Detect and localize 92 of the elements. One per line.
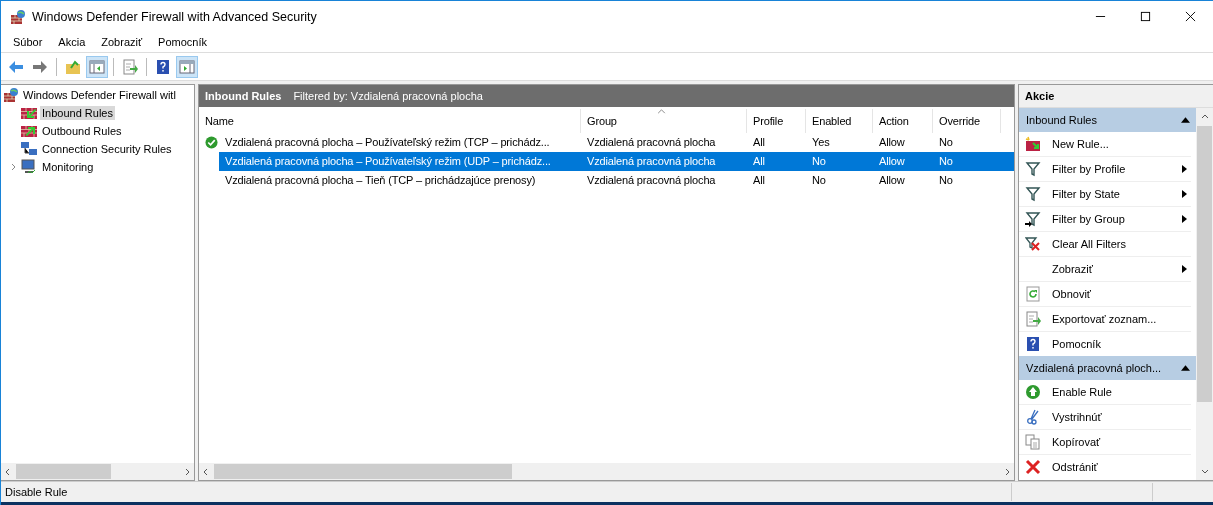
table-cell-text: All — [752, 135, 766, 150]
table-cell-text: Vzdialená pracovná plocha — [586, 173, 717, 188]
tree-item[interactable]: Monitoring — [40, 160, 96, 174]
action-item[interactable]: Exportovať zoznam... — [1052, 313, 1191, 325]
window-title: Windows Defender Firewall with Advanced Security — [32, 9, 317, 24]
table-cell-text: No — [938, 154, 954, 169]
scroll-up-icon[interactable] — [1200, 113, 1209, 121]
scrollbar-thumb[interactable] — [214, 464, 513, 479]
export-list-icon — [1025, 311, 1041, 327]
menu-item[interactable]: Akcia — [50, 36, 94, 48]
menu-item[interactable]: Súbor — [5, 36, 51, 48]
scrollbar-thumb[interactable] — [1197, 126, 1212, 402]
firewall-icon — [10, 8, 26, 25]
wall-arrow-icon — [21, 123, 37, 139]
table-cell-text: No — [938, 135, 954, 150]
funnel-icon — [1025, 186, 1041, 202]
copy-icon — [1025, 434, 1041, 450]
collapse-icon[interactable] — [1181, 365, 1190, 371]
scroll-right-icon[interactable] — [183, 467, 191, 476]
table-cell-text: No — [811, 173, 827, 188]
action-item[interactable]: Odstrániť — [1052, 461, 1191, 473]
section-header[interactable]: Vzdialená pracovná ploch... — [1019, 356, 1196, 380]
action-item[interactable]: Filter by Profile — [1052, 163, 1182, 175]
table-cell-text: All — [752, 154, 766, 169]
tree-item[interactable]: Connection Security Rules — [40, 142, 174, 156]
action-item[interactable]: Zobraziť — [1052, 263, 1182, 275]
scroll-left-icon[interactable] — [202, 467, 210, 476]
section-header[interactable]: Inbound Rules — [1019, 108, 1196, 132]
funnel-icon — [1025, 211, 1041, 227]
menu-item[interactable]: Zobraziť — [93, 36, 151, 48]
computers-icon — [21, 141, 37, 157]
funnel-icon — [1025, 161, 1041, 177]
table-row[interactable]: Vzdialená pracovná plocha – Tieň (TCP – prichádzajúce prenosy) Vzdialená pracovná plocha All No Allow No — [219, 171, 1014, 190]
action-pane-icon[interactable] — [179, 58, 195, 75]
table-cell-text: Vzdialená pracovná plocha — [586, 154, 717, 169]
action-item[interactable]: Filter by Group — [1052, 213, 1182, 225]
action-item[interactable]: Kopírovať — [1052, 436, 1191, 448]
tree-item[interactable]: Inbound Rules — [40, 106, 115, 120]
action-item[interactable]: Enable Rule — [1052, 386, 1191, 398]
folder-up-icon[interactable] — [65, 58, 81, 75]
monitor-icon — [21, 159, 37, 175]
filter-label: Filtered by: Vzdialená pracovná plocha — [293, 90, 483, 102]
action-item[interactable]: Obnoviť — [1052, 288, 1191, 300]
column-header[interactable]: Action — [873, 109, 933, 133]
table-cell-text: All — [752, 173, 766, 188]
rule-name: Vzdialená pracovná plocha – Používateľský režim (UDP – prichádz... — [224, 154, 552, 169]
status-text: Disable Rule — [4, 486, 69, 498]
rule-name: Vzdialená pracovná plocha – Používateľský režim (TCP – prichádz... — [224, 135, 551, 150]
column-header[interactable]: Enabled — [806, 109, 873, 133]
console-tree-icon[interactable] — [89, 58, 105, 75]
table-row[interactable]: Vzdialená pracovná plocha – Používateľský režim (TCP – prichádz... Vzdialená pracovná plocha All Yes Allow No — [219, 133, 1014, 152]
column-header[interactable]: Profile — [747, 109, 806, 133]
action-item[interactable]: Clear All Filters — [1052, 238, 1191, 250]
expand-icon[interactable] — [10, 163, 18, 171]
up-arrow-circle-icon — [1025, 384, 1041, 400]
column-header[interactable]: Group — [581, 109, 747, 133]
table-cell-text: No — [811, 154, 827, 169]
export-list-icon[interactable] — [122, 58, 138, 75]
tree-item[interactable]: Windows Defender Firewall witl — [21, 88, 178, 102]
table-cell-text: Yes — [811, 135, 831, 150]
column-header[interactable]: Name — [199, 109, 581, 133]
panel-title: Inbound Rules — [205, 90, 282, 102]
rule-name: Vzdialená pracovná plocha – Tieň (TCP – prichádzajúce prenosy) — [224, 173, 537, 188]
table-cell-text: No — [938, 173, 954, 188]
table-cell-text: Allow — [878, 154, 906, 169]
forward-arrow-icon[interactable] — [32, 58, 48, 75]
clear-filter-icon — [1025, 236, 1041, 252]
table-row[interactable]: Vzdialená pracovná plocha – Používateľský režim (UDP – prichádz... Vzdialená pracovná plocha All No Allow No — [219, 152, 1014, 171]
help-icon[interactable] — [155, 58, 171, 75]
menu-item[interactable]: Pomocník — [150, 36, 215, 48]
action-item[interactable]: Filter by State — [1052, 188, 1182, 200]
scroll-down-icon[interactable] — [1200, 467, 1209, 475]
delete-icon — [1025, 459, 1041, 475]
table-cell-text: Vzdialená pracovná plocha — [586, 135, 717, 150]
table-cell-text: Allow — [878, 135, 906, 150]
new-rule-icon — [1025, 136, 1041, 152]
refresh-icon — [1025, 286, 1041, 302]
wall-arrow-icon — [21, 105, 37, 121]
action-item[interactable]: Pomocník — [1052, 338, 1191, 350]
scroll-right-icon[interactable] — [1003, 467, 1011, 476]
tree-item[interactable]: Outbound Rules — [40, 124, 124, 138]
scroll-left-icon[interactable] — [4, 467, 12, 476]
collapse-icon[interactable] — [1181, 117, 1190, 123]
actions-title: Akcie — [1019, 85, 1213, 108]
scrollbar-thumb[interactable] — [16, 464, 111, 479]
column-header[interactable]: Override — [933, 109, 1001, 133]
action-item[interactable]: Vystrihnúť — [1052, 411, 1191, 423]
action-item[interactable]: New Rule... — [1052, 138, 1191, 150]
scissors-icon — [1025, 409, 1041, 425]
firewall-icon — [3, 87, 19, 103]
help-icon — [1025, 336, 1041, 352]
table-cell-text: Allow — [878, 173, 906, 188]
